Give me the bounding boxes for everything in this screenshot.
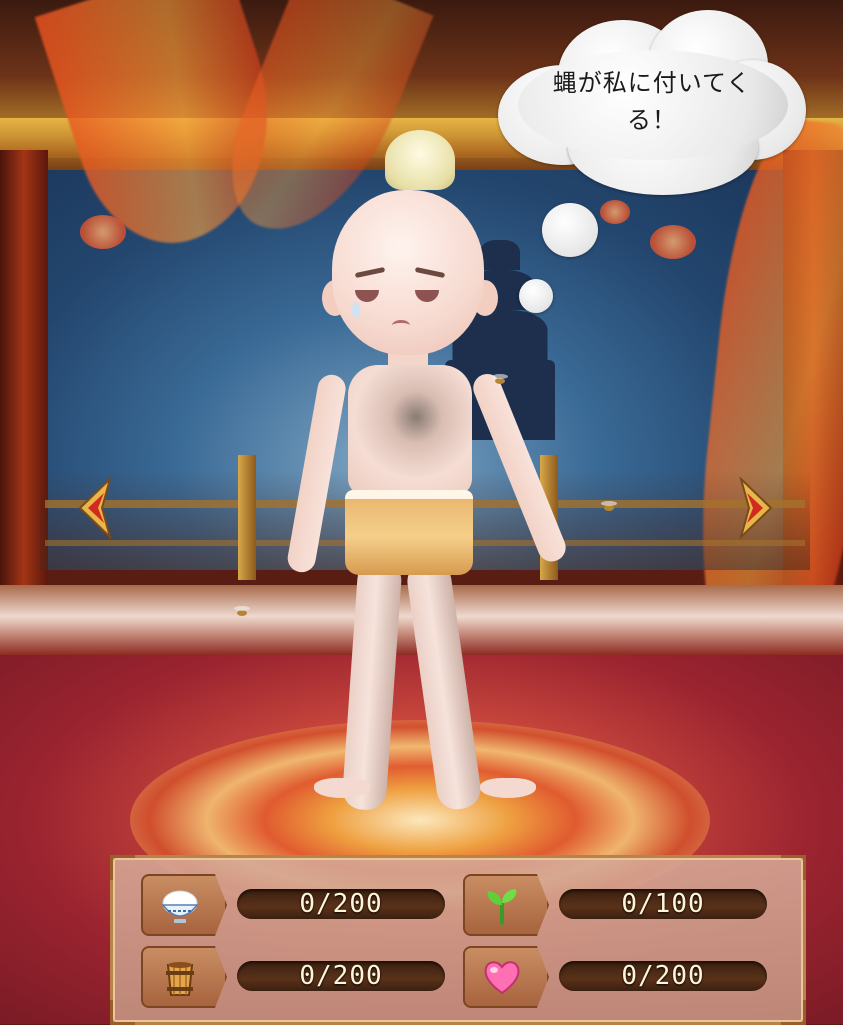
character[interactable]: [285, 130, 570, 820]
wooden-bucket-icon: [166, 962, 194, 996]
lantern: [80, 215, 126, 249]
fly-icon: [234, 606, 250, 616]
thought-dot-large: [542, 203, 598, 257]
fly-icon: [492, 374, 508, 384]
growth-value: 0/100: [621, 889, 705, 919]
affection-value: 0/200: [621, 961, 705, 991]
lantern: [600, 200, 630, 224]
thought-bubble-text: 蝿が私に付いてく る！: [552, 69, 752, 135]
character-foot: [480, 778, 536, 798]
thought-bubble: 蝿が私に付いてく る！: [498, 10, 806, 195]
sad-mouth: [392, 320, 410, 331]
arrow-left-icon: [78, 475, 112, 541]
cleanliness-value: 0/200: [299, 961, 383, 991]
character-dirty-torso: [348, 365, 472, 495]
hair-tuft: [385, 130, 455, 190]
tear-drop: [352, 302, 360, 318]
character-shorts: [345, 490, 473, 575]
sprout-icon: [487, 889, 517, 925]
food-value: 0/200: [299, 889, 383, 919]
lantern: [650, 225, 696, 259]
previous-character-button[interactable]: [76, 475, 118, 541]
affection-progress-bar: 0/200: [559, 961, 767, 991]
fly-icon: [601, 501, 617, 511]
arrow-right-icon: [739, 475, 773, 541]
water-plant-button[interactable]: [463, 874, 549, 936]
character-leg: [341, 558, 403, 812]
rice-bowl-icon: [161, 890, 199, 923]
character-leg: [404, 558, 484, 812]
next-character-button[interactable]: [733, 475, 775, 541]
heart-icon: [484, 961, 520, 995]
thought-dot-small: [519, 279, 553, 313]
food-progress-bar: 0/200: [237, 889, 445, 919]
character-foot: [314, 778, 370, 798]
bath-button[interactable]: [141, 946, 227, 1008]
affection-button[interactable]: [463, 946, 549, 1008]
railing-post: [238, 455, 256, 580]
feed-button[interactable]: [141, 874, 227, 936]
growth-progress-bar: 0/100: [559, 889, 767, 919]
stats-panel: 0/200 0/100 0/200 0/200: [110, 855, 806, 1025]
cleanliness-progress-bar: 0/200: [237, 961, 445, 991]
